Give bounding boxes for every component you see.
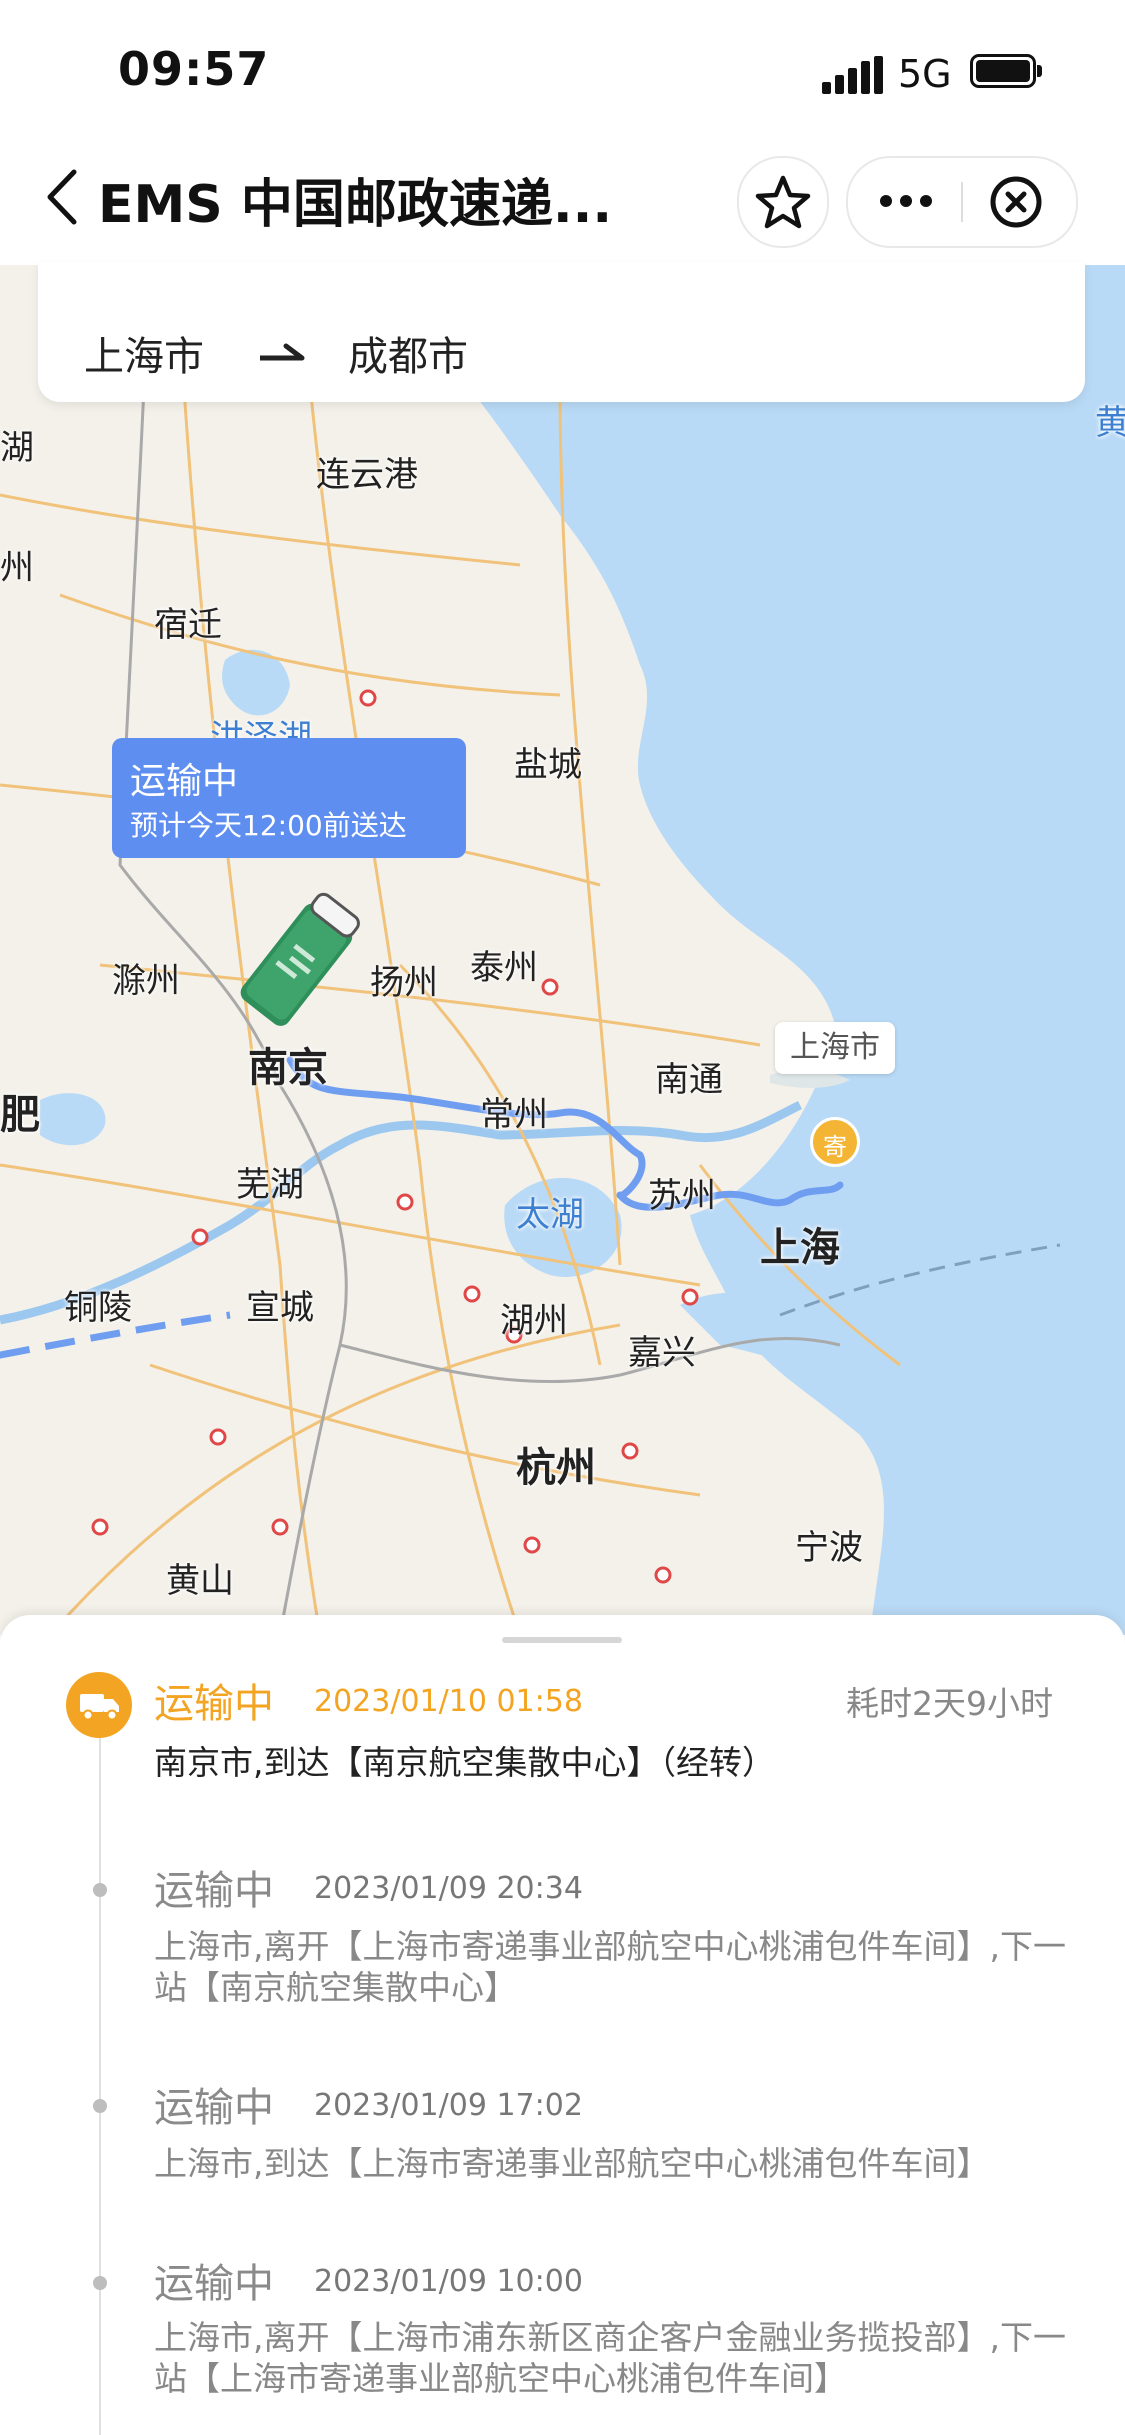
map-city: 南京 [248, 1045, 328, 1091]
ems-truck-icon [240, 892, 360, 1026]
callout-subtitle: 预计今天12:00前送达 [130, 809, 407, 842]
origin-pin[interactable]: 寄 [810, 1117, 860, 1167]
map-city: 盐城 [514, 745, 582, 785]
event-status: 运输中 [154, 1681, 274, 1727]
event-description: 上海市,到达【上海市寄递事业部航空中心桃浦包件车间】 [154, 2144, 990, 2183]
map-lake: 太湖 [516, 1195, 584, 1235]
map-city: 常州 [480, 1095, 548, 1135]
route-map[interactable]: 湖 州 肥 黄 连云港 宿迁 洪泽湖 盐城 泰州 扬州 滁州 南京 南通 常州 … [0, 265, 1125, 1635]
duration-label: 耗时2天9小时 [846, 1684, 1053, 1723]
callout-title: 运输中 [130, 761, 239, 802]
truck-status-icon [66, 1672, 132, 1738]
back-chevron-icon [47, 169, 77, 225]
event-time: 2023/01/09 10:00 [314, 2264, 583, 2299]
harpoon-arrow-icon [260, 343, 305, 361]
map-edge-label-huang: 黄 [1095, 403, 1125, 443]
event-status: 运输中 [154, 1868, 274, 1914]
network-type: 5G [898, 52, 952, 96]
map-city: 芜湖 [236, 1165, 304, 1205]
map-city: 宁波 [795, 1528, 863, 1568]
map-city: 滁州 [112, 961, 180, 1001]
event-status: 运输中 [154, 2085, 274, 2131]
map-city: 苏州 [648, 1176, 716, 1216]
map-city: 连云港 [316, 455, 418, 495]
route-destination: 成都市 [348, 334, 468, 380]
map-background [0, 265, 1125, 1635]
event-time: 2023/01/09 17:02 [314, 2088, 583, 2123]
event-description: 上海市,离开【上海市浦东新区商企客户金融业务揽投部】,下一站【上海市寄递事业部航… [154, 2318, 1066, 2398]
signal-icon [822, 56, 883, 94]
map-city: 扬州 [370, 963, 438, 1003]
capsule-menu [846, 156, 1078, 248]
back-button[interactable] [38, 162, 88, 232]
more-button[interactable] [848, 158, 961, 246]
map-edge-label-hu: 湖 [0, 428, 34, 468]
timeline-dot [93, 2276, 107, 2290]
map-city: 湖州 [500, 1301, 568, 1341]
event-time: 2023/01/09 20:34 [314, 1871, 583, 1906]
timeline-dot [93, 1883, 107, 1897]
map-edge-label-fei: 肥 [0, 1092, 40, 1138]
close-circle-icon [990, 176, 1042, 228]
map-city: 铜陵 [64, 1288, 132, 1328]
map-edge-label-zhou: 州 [0, 548, 34, 588]
event-description: 上海市,离开【上海市寄递事业部航空中心桃浦包件车间】,下一站【南京航空集散中心】 [154, 1927, 1066, 2007]
event-time: 2023/01/10 01:58 [314, 1684, 583, 1719]
map-city: 嘉兴 [628, 1333, 696, 1373]
event-status: 运输中 [154, 2261, 274, 2307]
star-icon [755, 175, 811, 229]
route-origin: 上海市 [84, 334, 204, 380]
map-city: 宣城 [246, 1288, 314, 1328]
map-city: 上海 [760, 1225, 840, 1271]
transit-callout[interactable]: 运输中 预计今天12:00前送达 [112, 738, 466, 858]
more-dots-icon [880, 195, 932, 207]
map-city: 宿迁 [154, 605, 222, 645]
close-button[interactable] [963, 158, 1076, 246]
origin-pin-label: 寄 [823, 1133, 847, 1161]
route-card: 上海市 成都市 [38, 262, 1085, 402]
sheet-handle[interactable] [502, 1637, 622, 1643]
map-city: 黄山 [166, 1561, 234, 1601]
map-city: 南通 [655, 1060, 723, 1100]
battery-icon [970, 54, 1042, 90]
page-title: EMS 中国邮政速递... [98, 175, 613, 235]
event-description: 南京市,到达【南京航空集散中心】（经转） [154, 1743, 775, 1782]
status-time: 09:57 [118, 42, 270, 96]
map-city: 泰州 [470, 948, 538, 988]
timeline-dot [93, 2099, 107, 2113]
map-city: 杭州 [516, 1445, 596, 1491]
timeline-line [99, 1715, 101, 2435]
favorite-button[interactable] [737, 156, 829, 248]
tracking-sheet: 运输中 2023/01/10 01:58 耗时2天9小时 南京市,到达【南京航空… [0, 1615, 1125, 2435]
origin-city-label: 上海市 [775, 1022, 895, 1074]
